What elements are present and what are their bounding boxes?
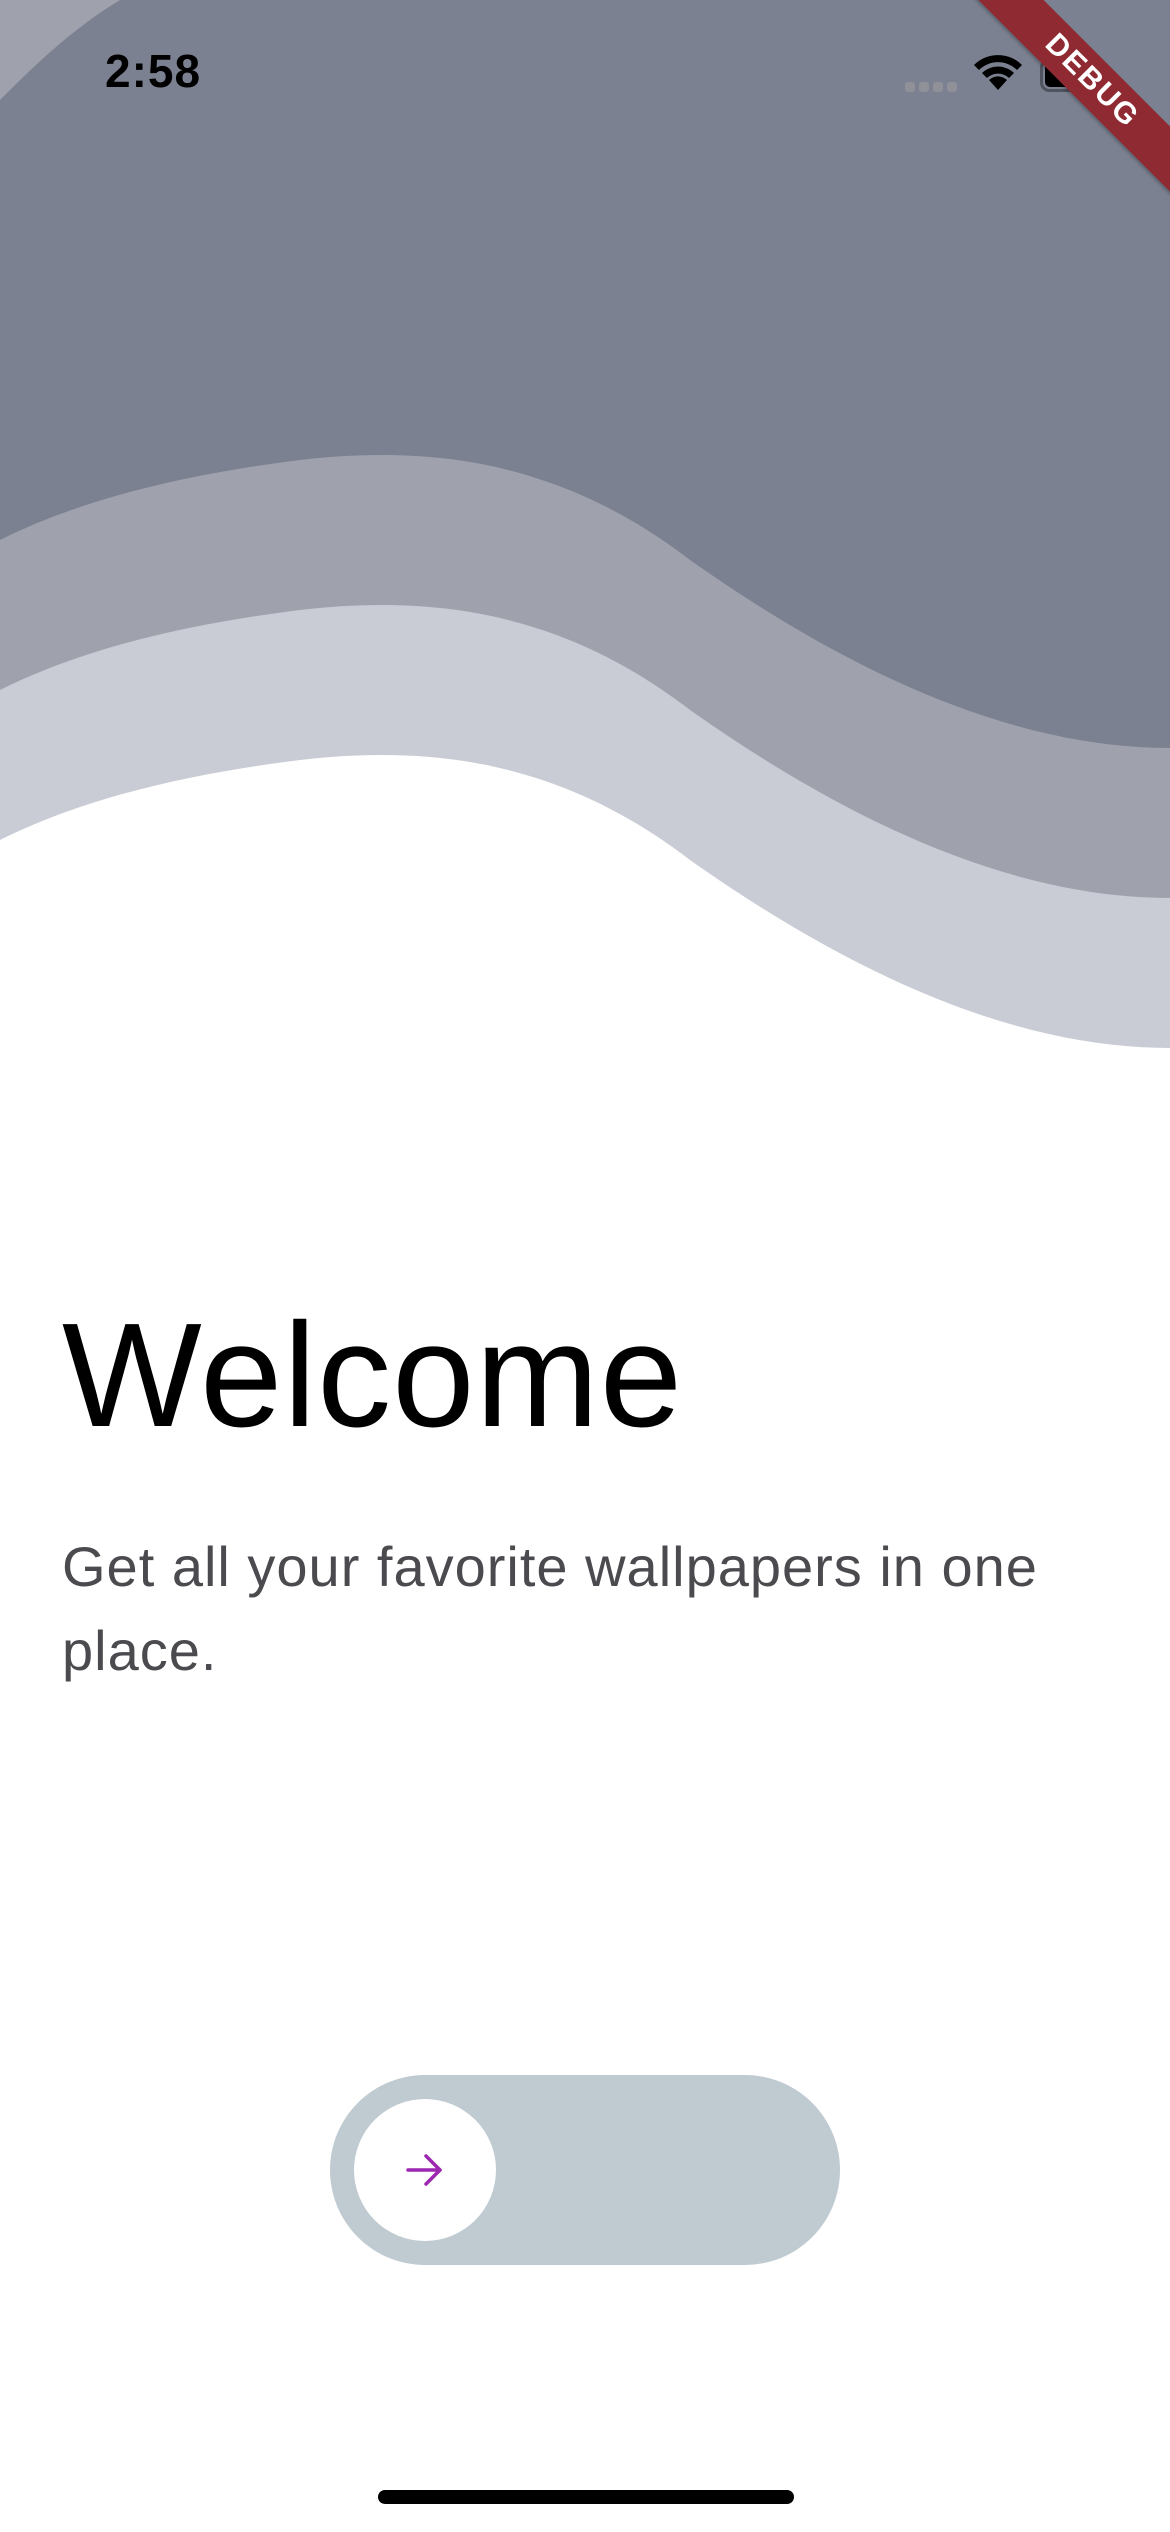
status-bar: 2:58 bbox=[0, 0, 1170, 150]
background-waves bbox=[0, 0, 1170, 1048]
wifi-icon bbox=[974, 55, 1022, 90]
welcome-subtitle: Get all your favorite wallpapers in one … bbox=[62, 1535, 1038, 1682]
welcome-screen: 2:58 DEBUG Welcome Get all your favorite… bbox=[0, 0, 1170, 2532]
home-indicator[interactable] bbox=[378, 2490, 794, 2504]
status-time: 2:58 bbox=[105, 45, 202, 97]
welcome-title: Welcome bbox=[62, 1293, 684, 1458]
cellular-signal-icon bbox=[905, 82, 959, 92]
swipe-to-continue-slider[interactable] bbox=[330, 2075, 840, 2265]
arrow-right-icon bbox=[406, 2154, 442, 2186]
slider-thumb[interactable] bbox=[354, 2099, 496, 2241]
